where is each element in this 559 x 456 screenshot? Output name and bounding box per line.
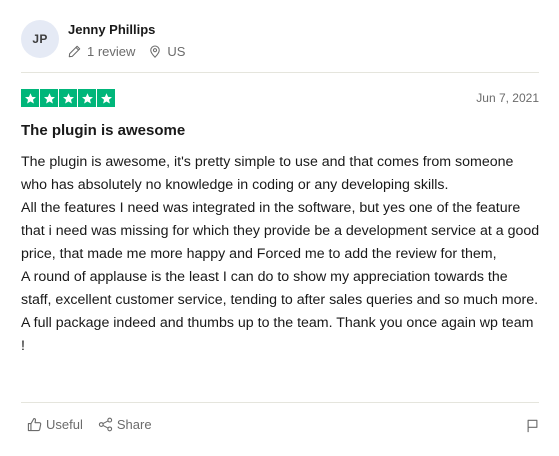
- star-icon: [59, 89, 77, 107]
- location-pin-icon: [150, 45, 161, 58]
- star-icon: [40, 89, 58, 107]
- review-title[interactable]: The plugin is awesome: [21, 122, 185, 139]
- reviewer-header: JP Jenny Phillips 1 review US: [21, 20, 185, 59]
- review-body: The plugin is awesome, it's pretty simpl…: [21, 151, 541, 358]
- star-rating: [21, 89, 116, 107]
- share-button[interactable]: Share: [98, 417, 152, 432]
- pencil-icon: [68, 45, 81, 58]
- review-count-label: 1 review: [87, 44, 136, 59]
- useful-label: Useful: [46, 417, 83, 432]
- country-label: US: [167, 44, 186, 59]
- review-actions: Useful Share: [27, 417, 152, 432]
- star-icon: [97, 89, 115, 107]
- top-divider: [21, 72, 539, 73]
- reviewer-country: US: [149, 44, 185, 59]
- share-label: Share: [116, 417, 152, 432]
- star-icon: [78, 89, 96, 107]
- flag-icon: [527, 419, 538, 433]
- reviewer-meta: 1 review US: [68, 44, 185, 59]
- reviewer-name[interactable]: Jenny Phillips: [68, 21, 185, 39]
- review-paragraph: The plugin is awesome, it's pretty simpl…: [21, 154, 514, 193]
- useful-button[interactable]: Useful: [27, 417, 83, 432]
- review-paragraph: A round of applause is the least I can d…: [21, 269, 539, 354]
- star-icon: [21, 89, 39, 107]
- report-button[interactable]: [526, 419, 539, 438]
- avatar[interactable]: JP: [21, 20, 59, 58]
- share-icon: [98, 417, 113, 432]
- review-card: JP Jenny Phillips 1 review US Jun 7, 202…: [0, 0, 559, 456]
- review-paragraph: All the features I need was integrated i…: [21, 200, 540, 262]
- bottom-divider: [21, 402, 539, 403]
- thumbs-up-icon: [27, 417, 42, 432]
- review-date: Jun 7, 2021: [476, 91, 539, 105]
- reviewer-info: Jenny Phillips 1 review US: [68, 21, 185, 59]
- review-count: 1 review: [68, 44, 135, 59]
